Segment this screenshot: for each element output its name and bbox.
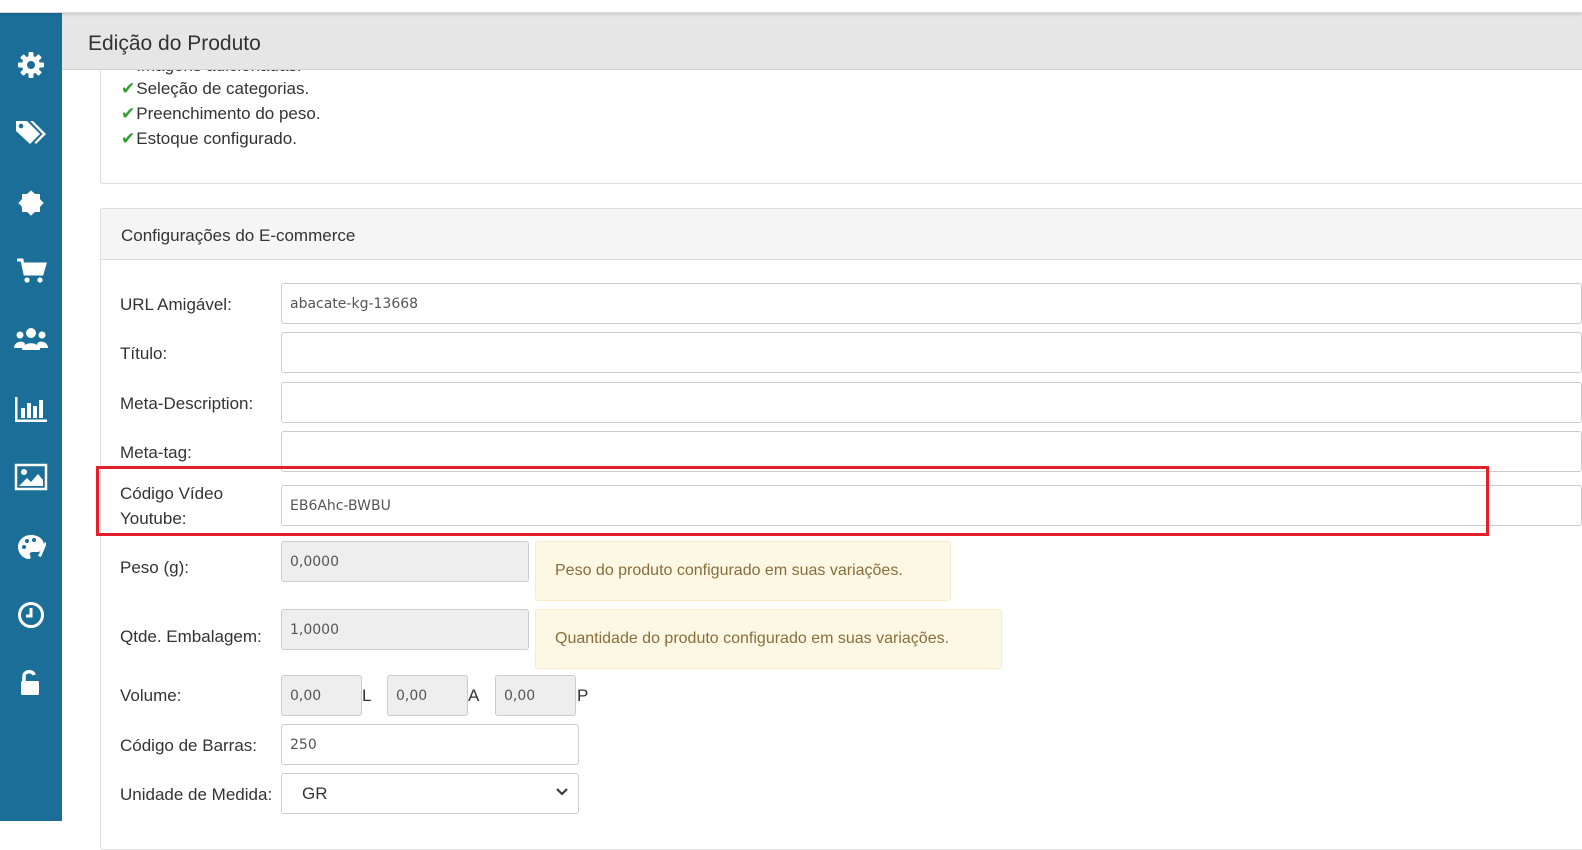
titulo-label: Título: — [120, 344, 168, 363]
cart-icon — [17, 258, 47, 283]
sidebar-item-users[interactable] — [0, 314, 62, 364]
unlock-icon — [21, 670, 39, 695]
sidebar-item-themes[interactable] — [0, 522, 62, 572]
video-label: Código Vídeo Youtube: — [120, 484, 224, 528]
badge-icon — [18, 190, 44, 216]
embalagem-label: Qtde. Embalagem: — [120, 627, 262, 646]
sidebar-item-tags[interactable] — [0, 108, 62, 158]
top-bar — [0, 0, 1582, 13]
sidebar-item-history[interactable] — [0, 590, 62, 640]
sidebar-item-badge[interactable] — [0, 178, 62, 228]
peso-hint: Peso do produto configurado em suas vari… — [535, 541, 951, 601]
url-label: URL Amigável: — [120, 295, 232, 314]
volume-l-input[interactable]: 0,00 — [281, 675, 362, 716]
chevron-down-icon — [556, 788, 568, 796]
barras-input[interactable]: 250 — [281, 724, 579, 765]
volume-p-unit: P — [577, 686, 589, 705]
sidebar — [0, 12, 62, 821]
barras-label: Código de Barras: — [120, 736, 258, 755]
unidade-select[interactable]: GR — [281, 773, 579, 814]
volume-label: Volume: — [120, 686, 182, 705]
palette-icon — [18, 535, 46, 559]
clock-icon — [18, 602, 44, 628]
checklist-item: ✔ Preenchimento do peso. — [121, 104, 321, 123]
bar-chart-icon — [15, 397, 47, 422]
volume-a-unit: A — [468, 686, 480, 705]
sidebar-item-images[interactable] — [0, 452, 62, 502]
embalagem-hint: Quantidade do produto configurado em sua… — [535, 609, 1002, 669]
check-icon: ✔ — [121, 104, 136, 123]
sidebar-item-logout[interactable] — [0, 658, 62, 708]
unidade-label: Unidade de Medida: — [120, 785, 273, 804]
page-title: Edição do Produto — [88, 32, 261, 55]
embalagem-input[interactable]: 1,0000 — [281, 609, 529, 650]
volume-p-input[interactable]: 0,00 — [495, 675, 576, 716]
gear-icon — [18, 52, 44, 78]
sidebar-item-settings[interactable] — [0, 40, 62, 90]
page-header: Edição do Produto — [62, 12, 1582, 70]
titulo-input[interactable] — [281, 332, 1582, 373]
sidebar-item-reports[interactable] — [0, 384, 62, 434]
volume-a-input[interactable]: 0,00 — [387, 675, 468, 716]
check-icon: ✔ — [121, 129, 136, 148]
tags-icon — [16, 121, 46, 144]
meta-tag-input[interactable] — [281, 431, 1582, 472]
checklist-item: ✔ Seleção de categorias. — [121, 79, 310, 98]
volume-l-unit: L — [362, 686, 372, 705]
peso-label: Peso (g): — [120, 558, 189, 577]
meta-description-label: Meta-Description: — [120, 394, 254, 413]
peso-input[interactable]: 0,0000 — [281, 541, 529, 582]
panel-title: Configurações do E-commerce — [121, 226, 356, 245]
users-icon — [14, 328, 48, 350]
panel-heading: Configurações do E-commerce — [101, 209, 1582, 260]
image-icon — [14, 463, 48, 491]
youtube-video-input[interactable]: EB6Ahc-BWBU — [281, 485, 1582, 526]
url-input[interactable]: abacate-kg-13668 — [281, 283, 1582, 324]
check-icon: ✔ — [121, 79, 136, 98]
checklist-item: ✔ Estoque configurado. — [121, 129, 297, 148]
sidebar-item-cart[interactable] — [0, 246, 62, 296]
meta-tag-label: Meta-tag: — [120, 443, 192, 462]
meta-description-input[interactable] — [281, 382, 1582, 423]
